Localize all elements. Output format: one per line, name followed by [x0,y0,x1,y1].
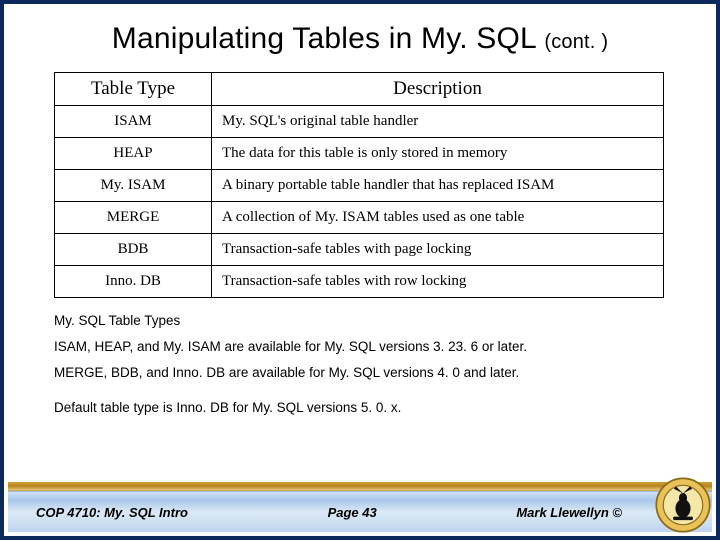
table-row: My. ISAM A binary portable table handler… [55,170,664,202]
cell-desc: Transaction-safe tables with page lockin… [212,234,664,266]
cell-desc: A binary portable table handler that has… [212,170,664,202]
cell-type: HEAP [55,138,212,170]
cell-type: My. ISAM [55,170,212,202]
header-table-type: Table Type [55,73,212,106]
cell-type: MERGE [55,202,212,234]
footer: COP 4710: My. SQL Intro Page 43 Mark Lle… [8,482,712,532]
table-header-row: Table Type Description [55,73,664,106]
notes-heading: My. SQL Table Types [54,312,666,330]
table-row: MERGE A collection of My. ISAM tables us… [55,202,664,234]
slide-title: Manipulating Tables in My. SQL (cont. ) [44,22,676,56]
header-description: Description [212,73,664,106]
slide: Manipulating Tables in My. SQL (cont. ) … [0,0,720,540]
cell-desc: The data for this table is only stored i… [212,138,664,170]
notes-line: ISAM, HEAP, and My. ISAM are available f… [54,338,666,356]
cell-desc: My. SQL's original table handler [212,106,664,138]
cell-type: Inno. DB [55,266,212,298]
table-row: HEAP The data for this table is only sto… [55,138,664,170]
cell-desc: Transaction-safe tables with row locking [212,266,664,298]
notes-line: MERGE, BDB, and Inno. DB are available f… [54,364,666,382]
cell-type: ISAM [55,106,212,138]
ucf-seal-icon [654,476,712,534]
cell-type: BDB [55,234,212,266]
notes-line: Default table type is Inno. DB for My. S… [54,399,666,417]
title-suffix: (cont. ) [544,31,608,53]
footer-page: Page 43 [188,505,516,520]
table-types-table: Table Type Description ISAM My. SQL's or… [54,72,664,298]
cell-desc: A collection of My. ISAM tables used as … [212,202,664,234]
table-row: ISAM My. SQL's original table handler [55,106,664,138]
footer-band: COP 4710: My. SQL Intro Page 43 Mark Lle… [8,491,712,532]
footer-course: COP 4710: My. SQL Intro [36,505,188,520]
notes-block: My. SQL Table Types ISAM, HEAP, and My. … [54,312,666,417]
footer-author: Mark Llewellyn © [516,505,622,520]
table-row: BDB Transaction-safe tables with page lo… [55,234,664,266]
table-row: Inno. DB Transaction-safe tables with ro… [55,266,664,298]
title-main: Manipulating Tables in My. SQL [112,22,536,55]
